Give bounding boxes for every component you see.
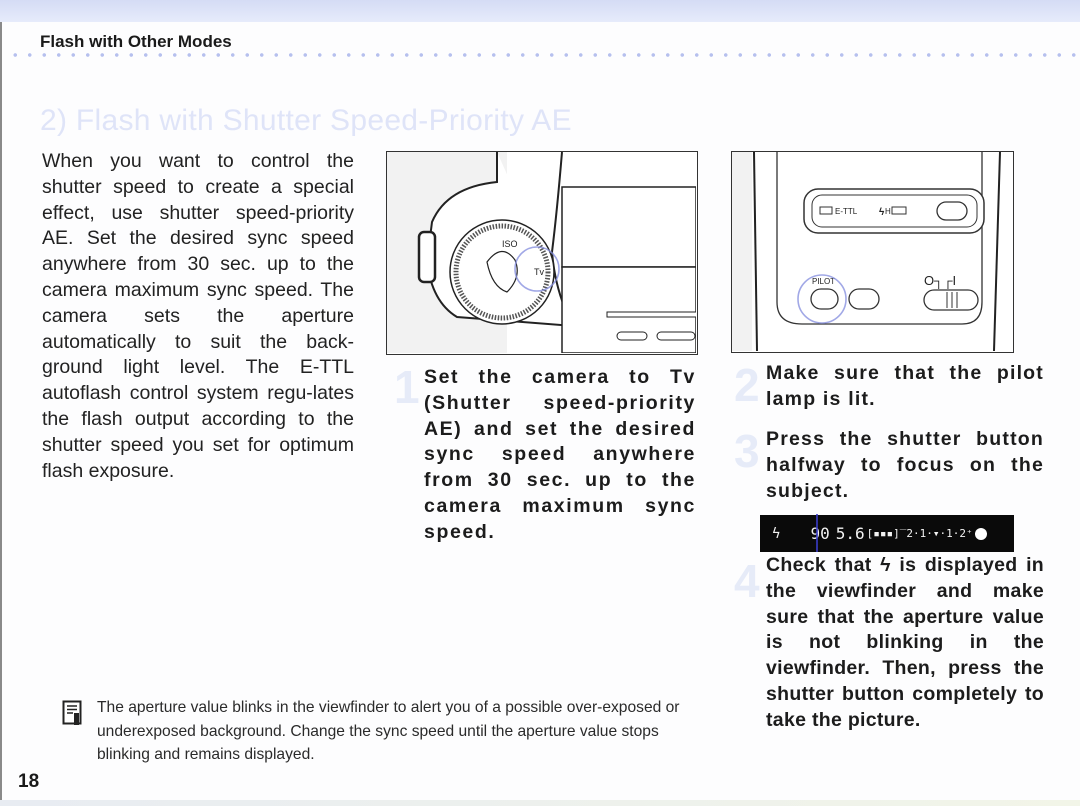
step-4-text: Check that ϟ is displayed in the viewfin… [766, 554, 1044, 731]
svg-text:ISO: ISO [502, 239, 518, 249]
exposure-meter-scale: [▪▪▪]‾2·1·▾·1·2⁺ [866, 527, 973, 540]
note-icon [62, 700, 84, 731]
dotted-divider [8, 53, 1078, 57]
page-header: Flash with Other Modes [40, 32, 232, 51]
viewfinder-display: ϟ 90 5.6 [▪▪▪]‾2·1·▾·1·2⁺ [760, 514, 1014, 552]
top-band [0, 0, 1080, 22]
note-text: The aperture value blinks in the viewfin… [97, 699, 680, 763]
mode-dial-icon: ISO Tv [387, 151, 698, 354]
svg-text:E-TTL: E-TTL [835, 207, 858, 216]
section-title: 2) Flash with Shutter Speed-Priority AE [40, 104, 572, 137]
focus-confirmation-icon [974, 527, 987, 540]
step-number: 4 [734, 555, 760, 607]
step-1-text: Set the camera to Tv (Shutter speed-prio… [424, 366, 696, 543]
flash-panel-illustration: E-TTL ϟ H PILOT O┐┌I [732, 151, 1001, 352]
svg-text:H: H [885, 207, 891, 216]
svg-text:PILOT: PILOT [812, 277, 835, 286]
step-number: 2 [734, 359, 760, 411]
svg-text:O┐┌I: O┐┌I [924, 273, 956, 290]
shutter-speed-readout: 90 [810, 514, 830, 552]
camera-dial-figure: ISO Tv [386, 151, 698, 355]
flash-panel-figure: E-TTL ϟ H PILOT O┐┌I [731, 151, 1014, 353]
page-number: 18 [18, 771, 40, 792]
step-2-text: Make sure that the pilot lamp is lit. [766, 362, 1044, 410]
intro-paragraph: When you want to control the shutter spe… [42, 150, 354, 482]
aperture-readout: 5.6 [835, 524, 865, 543]
flash-icon: ϟ [772, 525, 781, 542]
step-number: 3 [734, 425, 760, 477]
page-edge [0, 22, 2, 806]
bottom-band [0, 800, 1080, 806]
step-number: 1 [394, 361, 420, 413]
svg-text:Tv: Tv [534, 267, 544, 277]
step-3-text: Press the shutter button halfway to focu… [766, 428, 1044, 502]
